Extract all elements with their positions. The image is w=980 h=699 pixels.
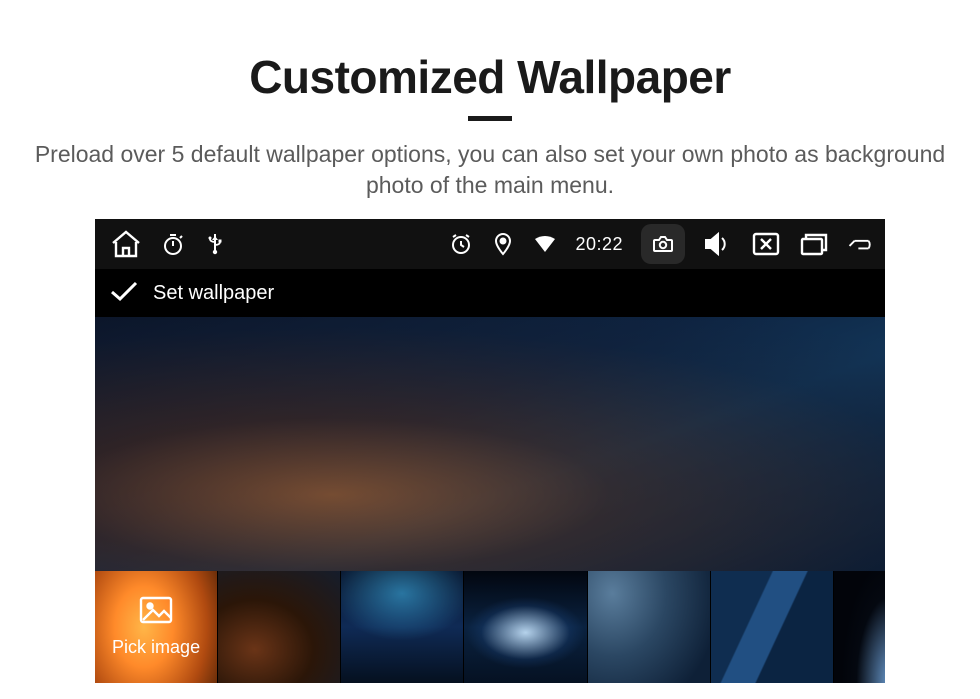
wallpaper-preview [95, 317, 885, 571]
set-wallpaper-label: Set wallpaper [153, 282, 274, 305]
wallpaper-thumb[interactable] [464, 571, 586, 683]
home-icon[interactable] [109, 229, 143, 259]
status-bar: 20:22 [95, 219, 885, 269]
wallpaper-thumbnails: Pick image [95, 571, 885, 683]
device-screenshot: 20:22 [95, 219, 885, 683]
pick-image-label: Pick image [112, 637, 200, 658]
usb-icon [203, 232, 227, 256]
check-icon [109, 280, 139, 307]
wallpaper-thumb[interactable] [834, 571, 885, 683]
wifi-icon [533, 232, 557, 256]
wallpaper-thumb[interactable] [341, 571, 463, 683]
back-button[interactable] [847, 232, 871, 256]
wallpaper-thumb[interactable] [218, 571, 340, 683]
stopwatch-icon [161, 232, 185, 256]
location-icon [491, 232, 515, 256]
status-time: 20:22 [575, 234, 623, 255]
camera-button[interactable] [641, 224, 685, 264]
page-title: Customized Wallpaper [0, 0, 980, 104]
pick-image-button[interactable]: Pick image [95, 571, 217, 683]
camera-icon [651, 232, 675, 256]
page-subtitle: Preload over 5 default wallpaper options… [30, 139, 950, 201]
wallpaper-thumb[interactable] [711, 571, 833, 683]
picture-icon [139, 596, 173, 629]
volume-icon[interactable] [703, 230, 733, 258]
recent-apps-icon[interactable] [799, 230, 829, 258]
close-window-icon[interactable] [751, 230, 781, 258]
title-underline [468, 116, 512, 121]
wallpaper-thumb[interactable] [588, 571, 710, 683]
alarm-icon [449, 232, 473, 256]
set-wallpaper-header[interactable]: Set wallpaper [95, 269, 885, 317]
